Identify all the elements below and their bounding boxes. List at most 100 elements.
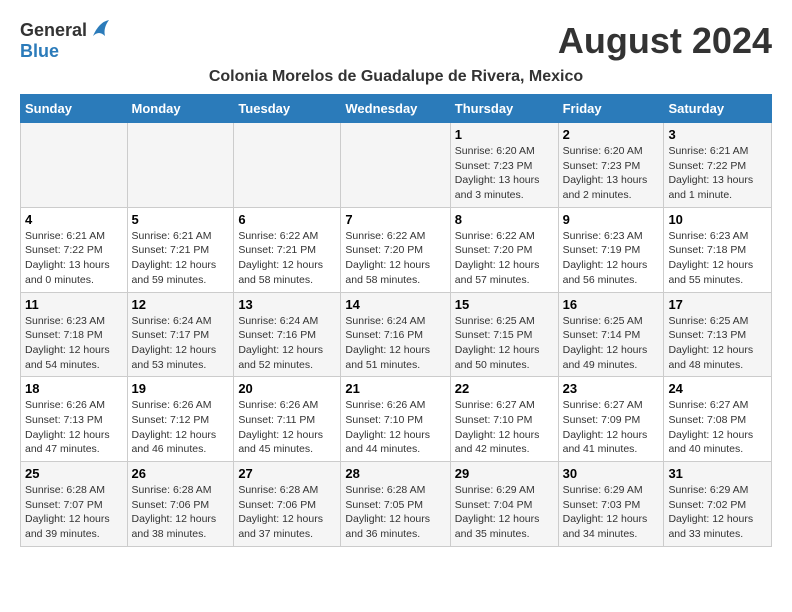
day-info: Sunrise: 6:27 AM Sunset: 7:09 PM Dayligh… xyxy=(563,398,660,457)
day-info: Sunrise: 6:29 AM Sunset: 7:03 PM Dayligh… xyxy=(563,483,660,542)
day-info: Sunrise: 6:27 AM Sunset: 7:10 PM Dayligh… xyxy=(455,398,554,457)
day-number: 21 xyxy=(345,381,445,396)
calendar-table: SundayMondayTuesdayWednesdayThursdayFrid… xyxy=(20,94,772,547)
calendar-cell: 10Sunrise: 6:23 AM Sunset: 7:18 PM Dayli… xyxy=(664,207,772,292)
calendar-week-row: 1 Sunrise: 6:20 AM Sunset: 7:23 PM Daylig… xyxy=(21,123,772,208)
day-number: 18 xyxy=(25,381,123,396)
day-number: 2 xyxy=(563,127,660,142)
logo: General Blue xyxy=(20,20,111,62)
day-info: Sunrise: 6:23 AM Sunset: 7:18 PM Dayligh… xyxy=(25,314,123,373)
calendar-cell: 26 Sunrise: 6:28 AM Sunset: 7:06 PM Dayli… xyxy=(127,462,234,547)
day-number: 26 xyxy=(132,466,230,481)
subtitle: Colonia Morelos de Guadalupe de Rivera, … xyxy=(20,68,772,86)
calendar-week-row: 18Sunrise: 6:26 AM Sunset: 7:13 PM Dayli… xyxy=(21,377,772,462)
calendar-cell xyxy=(234,123,341,208)
day-number: 6 xyxy=(238,212,336,227)
day-info: Sunrise: 6:21 AM Sunset: 7:21 PM Dayligh… xyxy=(132,229,230,288)
day-number: 15 xyxy=(455,297,554,312)
day-info: Sunrise: 6:22 AM Sunset: 7:20 PM Dayligh… xyxy=(345,229,445,288)
calendar-cell: 15 Sunrise: 6:25 AM Sunset: 7:15 PM Dayli… xyxy=(450,292,558,377)
day-number: 23 xyxy=(563,381,660,396)
day-number: 9 xyxy=(563,212,660,227)
calendar-cell: 23 Sunrise: 6:27 AM Sunset: 7:09 PM Dayli… xyxy=(558,377,664,462)
calendar-cell: 8 Sunrise: 6:22 AM Sunset: 7:20 PM Daylig… xyxy=(450,207,558,292)
calendar-cell: 31 Sunrise: 6:29 AM Sunset: 7:02 PM Dayli… xyxy=(664,462,772,547)
calendar-header-monday: Monday xyxy=(127,95,234,123)
day-info: Sunrise: 6:21 AM Sunset: 7:22 PM Dayligh… xyxy=(668,144,767,203)
calendar-header-tuesday: Tuesday xyxy=(234,95,341,123)
day-info: Sunrise: 6:20 AM Sunset: 7:23 PM Dayligh… xyxy=(455,144,554,203)
day-info: Sunrise: 6:28 AM Sunset: 7:07 PM Dayligh… xyxy=(25,483,123,542)
day-number: 30 xyxy=(563,466,660,481)
day-info: Sunrise: 6:29 AM Sunset: 7:02 PM Dayligh… xyxy=(668,483,767,542)
day-info: Sunrise: 6:28 AM Sunset: 7:06 PM Dayligh… xyxy=(132,483,230,542)
calendar-cell: 2 Sunrise: 6:20 AM Sunset: 7:23 PM Daylig… xyxy=(558,123,664,208)
calendar-week-row: 25 Sunrise: 6:28 AM Sunset: 7:07 PM Dayli… xyxy=(21,462,772,547)
calendar-cell: 22 Sunrise: 6:27 AM Sunset: 7:10 PM Dayli… xyxy=(450,377,558,462)
calendar-header-row: SundayMondayTuesdayWednesdayThursdayFrid… xyxy=(21,95,772,123)
calendar-cell: 17 Sunrise: 6:25 AM Sunset: 7:13 PM Dayli… xyxy=(664,292,772,377)
calendar-week-row: 11 Sunrise: 6:23 AM Sunset: 7:18 PM Dayli… xyxy=(21,292,772,377)
calendar-cell: 1 Sunrise: 6:20 AM Sunset: 7:23 PM Daylig… xyxy=(450,123,558,208)
logo-blue: Blue xyxy=(20,41,59,62)
day-info: Sunrise: 6:20 AM Sunset: 7:23 PM Dayligh… xyxy=(563,144,660,203)
day-info: Sunrise: 6:24 AM Sunset: 7:16 PM Dayligh… xyxy=(345,314,445,373)
calendar-cell: 4 Sunrise: 6:21 AM Sunset: 7:22 PM Daylig… xyxy=(21,207,128,292)
main-title: August 2024 xyxy=(558,20,772,62)
calendar-cell: 12 Sunrise: 6:24 AM Sunset: 7:17 PM Dayli… xyxy=(127,292,234,377)
calendar-cell: 5Sunrise: 6:21 AM Sunset: 7:21 PM Daylig… xyxy=(127,207,234,292)
calendar-cell: 27Sunrise: 6:28 AM Sunset: 7:06 PM Dayli… xyxy=(234,462,341,547)
day-number: 28 xyxy=(345,466,445,481)
day-info: Sunrise: 6:24 AM Sunset: 7:17 PM Dayligh… xyxy=(132,314,230,373)
day-number: 11 xyxy=(25,297,123,312)
calendar-cell: 30 Sunrise: 6:29 AM Sunset: 7:03 PM Dayli… xyxy=(558,462,664,547)
calendar-header-wednesday: Wednesday xyxy=(341,95,450,123)
day-number: 3 xyxy=(668,127,767,142)
day-number: 8 xyxy=(455,212,554,227)
day-number: 20 xyxy=(238,381,336,396)
day-info: Sunrise: 6:25 AM Sunset: 7:13 PM Dayligh… xyxy=(668,314,767,373)
calendar-cell: 7 Sunrise: 6:22 AM Sunset: 7:20 PM Daylig… xyxy=(341,207,450,292)
calendar-cell: 28 Sunrise: 6:28 AM Sunset: 7:05 PM Dayli… xyxy=(341,462,450,547)
calendar-cell: 19Sunrise: 6:26 AM Sunset: 7:12 PM Dayli… xyxy=(127,377,234,462)
calendar-cell: 20 Sunrise: 6:26 AM Sunset: 7:11 PM Dayli… xyxy=(234,377,341,462)
day-info: Sunrise: 6:28 AM Sunset: 7:05 PM Dayligh… xyxy=(345,483,445,542)
day-number: 10 xyxy=(668,212,767,227)
day-number: 19 xyxy=(132,381,230,396)
calendar-cell: 16 Sunrise: 6:25 AM Sunset: 7:14 PM Dayli… xyxy=(558,292,664,377)
day-number: 31 xyxy=(668,466,767,481)
day-info: Sunrise: 6:21 AM Sunset: 7:22 PM Dayligh… xyxy=(25,229,123,288)
calendar-header-saturday: Saturday xyxy=(664,95,772,123)
day-number: 25 xyxy=(25,466,123,481)
day-info: Sunrise: 6:24 AM Sunset: 7:16 PM Dayligh… xyxy=(238,314,336,373)
day-number: 22 xyxy=(455,381,554,396)
day-number: 4 xyxy=(25,212,123,227)
day-number: 27 xyxy=(238,466,336,481)
calendar-cell: 3 Sunrise: 6:21 AM Sunset: 7:22 PM Daylig… xyxy=(664,123,772,208)
day-info: Sunrise: 6:27 AM Sunset: 7:08 PM Dayligh… xyxy=(668,398,767,457)
calendar-cell: 9 Sunrise: 6:23 AM Sunset: 7:19 PM Daylig… xyxy=(558,207,664,292)
calendar-cell: 25 Sunrise: 6:28 AM Sunset: 7:07 PM Dayli… xyxy=(21,462,128,547)
logo-bird-icon xyxy=(89,18,111,40)
calendar-cell xyxy=(341,123,450,208)
day-info: Sunrise: 6:23 AM Sunset: 7:19 PM Dayligh… xyxy=(563,229,660,288)
day-info: Sunrise: 6:22 AM Sunset: 7:20 PM Dayligh… xyxy=(455,229,554,288)
day-info: Sunrise: 6:26 AM Sunset: 7:11 PM Dayligh… xyxy=(238,398,336,457)
day-number: 14 xyxy=(345,297,445,312)
calendar-cell: 13Sunrise: 6:24 AM Sunset: 7:16 PM Dayli… xyxy=(234,292,341,377)
calendar-cell: 24Sunrise: 6:27 AM Sunset: 7:08 PM Dayli… xyxy=(664,377,772,462)
day-number: 1 xyxy=(455,127,554,142)
day-info: Sunrise: 6:29 AM Sunset: 7:04 PM Dayligh… xyxy=(455,483,554,542)
day-info: Sunrise: 6:22 AM Sunset: 7:21 PM Dayligh… xyxy=(238,229,336,288)
header: General Blue August 2024 xyxy=(20,20,772,62)
day-number: 16 xyxy=(563,297,660,312)
day-info: Sunrise: 6:25 AM Sunset: 7:14 PM Dayligh… xyxy=(563,314,660,373)
calendar-cell: 18Sunrise: 6:26 AM Sunset: 7:13 PM Dayli… xyxy=(21,377,128,462)
calendar-cell xyxy=(21,123,128,208)
day-info: Sunrise: 6:25 AM Sunset: 7:15 PM Dayligh… xyxy=(455,314,554,373)
day-info: Sunrise: 6:26 AM Sunset: 7:10 PM Dayligh… xyxy=(345,398,445,457)
calendar-header-friday: Friday xyxy=(558,95,664,123)
day-number: 17 xyxy=(668,297,767,312)
day-number: 7 xyxy=(345,212,445,227)
day-number: 12 xyxy=(132,297,230,312)
